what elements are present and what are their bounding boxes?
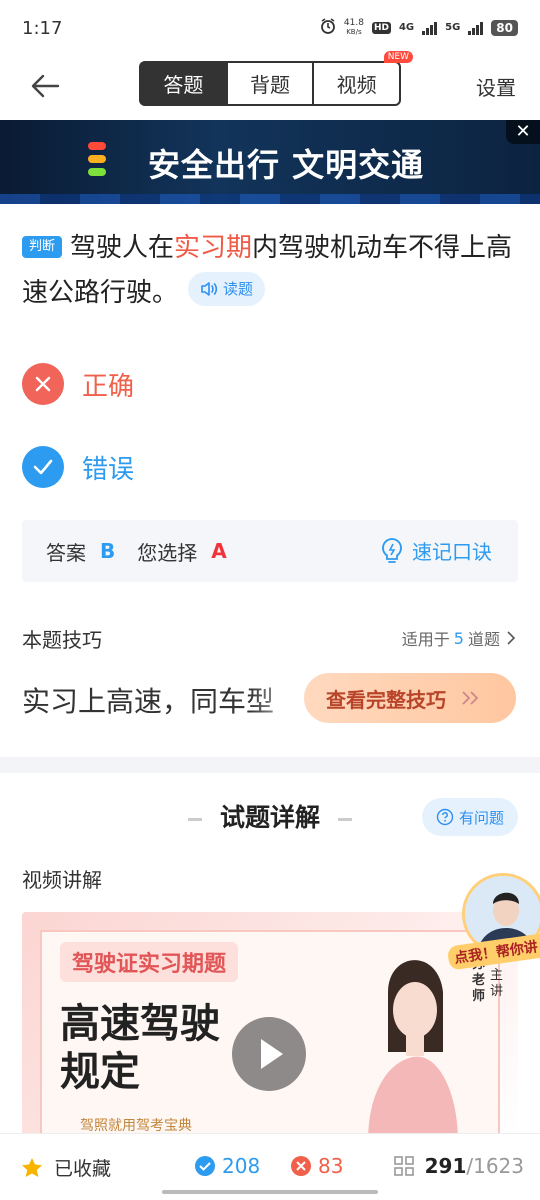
video-player[interactable]: 驾驶证实习期题 高速驾驶 规定 苏老师 主讲 驾照就用驾考宝典 xyxy=(22,912,518,1142)
correct-count[interactable]: 208 xyxy=(194,1154,260,1178)
home-indicator[interactable] xyxy=(162,1190,378,1194)
new-badge: NEW xyxy=(383,51,414,63)
favorite-label: 已收藏 xyxy=(54,1158,112,1180)
network-5g: 5G xyxy=(445,22,461,33)
double-chevron-icon xyxy=(462,691,479,705)
question-icon xyxy=(436,808,454,826)
alarm-icon xyxy=(320,18,336,37)
settings-button[interactable]: 设置 xyxy=(476,72,516,101)
apply-count: 5 xyxy=(453,628,464,648)
signal-icon xyxy=(422,21,438,35)
answer-box: 答案 B 您选择 A 速记口诀 xyxy=(22,520,518,582)
video-headline: 高速驾驶 规定 xyxy=(60,1000,220,1096)
tips-fade xyxy=(250,670,310,726)
mode-tabs: 答题 背题 视频 NEW xyxy=(139,51,414,106)
close-icon xyxy=(22,363,64,405)
section-divider xyxy=(0,757,540,773)
your-choice-value: A xyxy=(211,539,227,563)
progress-total: /1623 xyxy=(466,1154,524,1178)
video-section-title: 视频讲解 xyxy=(22,868,102,892)
back-arrow-icon xyxy=(31,74,60,98)
signal-icon xyxy=(468,21,484,35)
report-issue-button[interactable]: 有问题 xyxy=(421,798,518,836)
network-speed: 41.8 KB/s xyxy=(343,17,364,37)
tab-label: 视频 xyxy=(336,73,377,97)
view-tips-button[interactable]: 查看完整技巧 xyxy=(304,673,516,723)
option-correct-label[interactable]: 正确 xyxy=(22,363,134,405)
question-type-tag: 判断 xyxy=(22,236,63,258)
option-label: 错误 xyxy=(82,454,135,485)
speed-value: 41.8 xyxy=(343,17,364,28)
answer-label: 答案 xyxy=(46,540,86,565)
status-time: 1:17 xyxy=(22,18,63,39)
your-choice-label: 您选择 xyxy=(137,540,198,565)
correct-count-value: 208 xyxy=(222,1154,261,1178)
progress-text: 291/1623 xyxy=(425,1154,524,1178)
ask-label: 有问题 xyxy=(458,808,504,827)
speed-unit: KB/s xyxy=(346,27,362,36)
grid-icon xyxy=(393,1156,414,1176)
tips-apply-link[interactable]: 适用于 5 道题 xyxy=(402,626,518,650)
favorite-button[interactable]: 已收藏 xyxy=(20,1154,111,1181)
apply-prefix: 适用于 xyxy=(401,630,450,649)
video-headline-line: 高速驾驶 xyxy=(60,1001,220,1047)
banner-close-button[interactable]: ✕ xyxy=(506,120,540,144)
lightbulb-icon xyxy=(382,537,402,563)
banner-text: 安全出行 文明交通 xyxy=(148,146,425,184)
chevron-right-icon xyxy=(507,631,516,645)
battery-icon: 80 xyxy=(491,19,518,36)
hd-badge: HD xyxy=(371,21,391,34)
traffic-light-icon xyxy=(88,142,106,176)
video-subtitle: 驾照就用驾考宝典 xyxy=(80,1118,192,1134)
status-bar: 1:17 41.8 KB/s HD 4G 5G 80 xyxy=(0,0,540,58)
back-button[interactable] xyxy=(28,68,64,104)
ad-banner[interactable]: 安全出行 文明交通 ✕ xyxy=(0,120,540,204)
wrong-count-value: 83 xyxy=(318,1154,344,1178)
check-circle-icon xyxy=(195,1156,215,1176)
network-4g: 4G xyxy=(398,22,415,33)
play-button[interactable] xyxy=(232,1017,306,1091)
top-nav: 答题 背题 视频 NEW 设置 xyxy=(0,51,540,118)
tab-video[interactable]: 视频 NEW xyxy=(312,51,414,104)
tab-label: 背题 xyxy=(250,73,290,97)
question-highlight: 实习期 xyxy=(174,233,253,263)
bottom-bar: 已收藏 208 83 291/1623 xyxy=(0,1133,540,1200)
memo-label: 速记口诀 xyxy=(412,540,492,564)
option-label: 正确 xyxy=(82,371,135,402)
answer-value: B xyxy=(100,539,116,563)
question-text: 判断 驾驶人在实习期内驾驶机动车不得上高速公路行驶。 读题 xyxy=(22,226,522,316)
option-wrong-label[interactable]: 错误 xyxy=(22,446,134,488)
star-icon xyxy=(22,1157,42,1177)
close-circle-icon xyxy=(291,1156,311,1176)
video-tag: 驾驶证实习期题 xyxy=(60,942,239,982)
detail-title-text: 试题详解 xyxy=(219,803,320,832)
memo-button[interactable]: 速记口诀 xyxy=(380,536,492,565)
tips-button-label: 查看完整技巧 xyxy=(326,687,446,712)
read-label: 读题 xyxy=(223,280,254,298)
video-headline-line: 规定 xyxy=(60,1049,140,1095)
question-text-part: 驾驶人在 xyxy=(70,233,175,263)
check-icon xyxy=(22,446,64,488)
question-progress[interactable]: 291/1623 xyxy=(393,1154,524,1178)
teacher-role: 主讲 xyxy=(490,968,504,999)
apply-suffix: 道题 xyxy=(467,630,500,649)
tab-label: 答题 xyxy=(163,73,204,97)
tab-memorize[interactable]: 背题 xyxy=(225,63,313,104)
tab-answer[interactable]: 答题 xyxy=(141,63,226,104)
progress-current: 291 xyxy=(424,1154,467,1178)
speaker-icon xyxy=(201,282,218,296)
tips-title: 本题技巧 xyxy=(22,628,102,652)
wrong-count[interactable]: 83 xyxy=(290,1154,343,1178)
status-indicators: 41.8 KB/s HD 4G 5G 80 xyxy=(320,18,518,37)
read-question-button[interactable]: 读题 xyxy=(188,272,266,306)
